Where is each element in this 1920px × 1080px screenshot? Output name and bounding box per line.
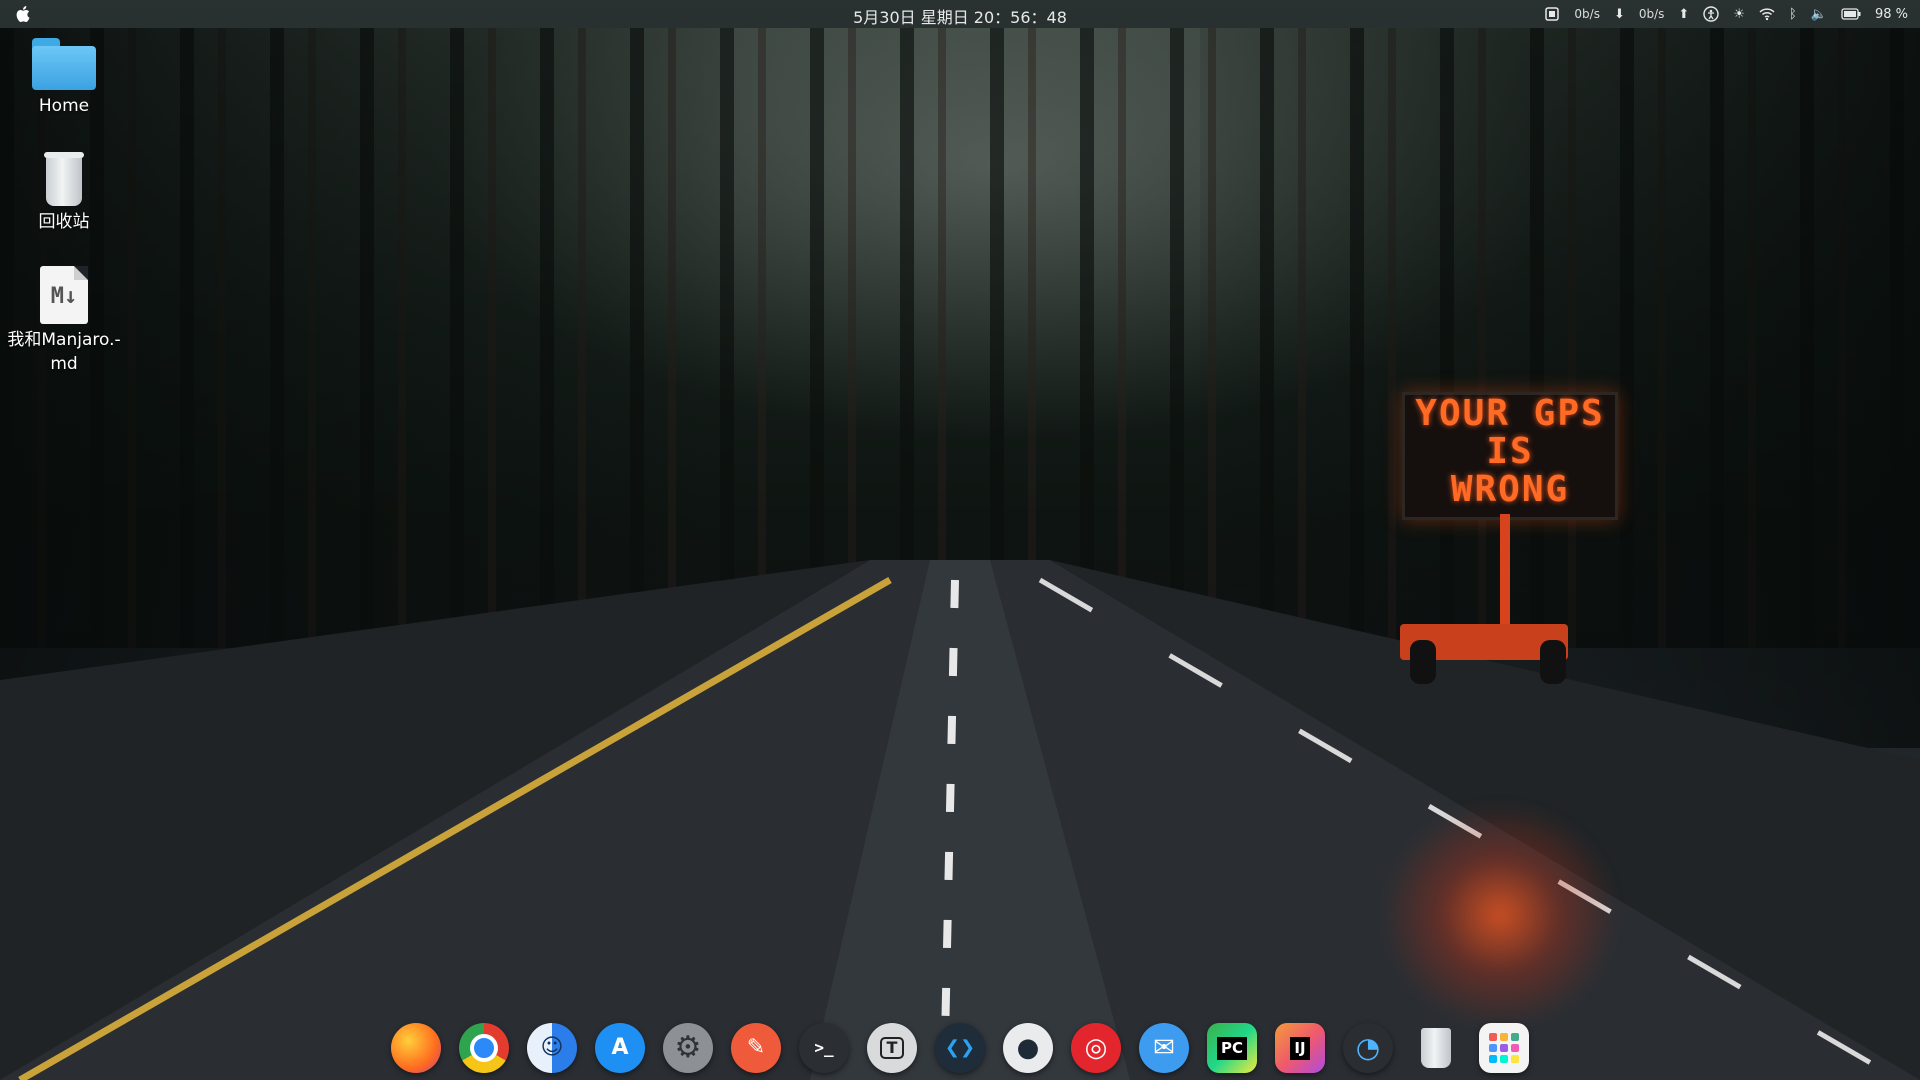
bluetooth-icon[interactable]: ᛒ [1789, 7, 1797, 22]
trash-icon [42, 152, 86, 206]
network-upload-speed: 0b/s [1638, 7, 1665, 21]
desktop-icon-home[interactable]: Home [4, 38, 124, 118]
trailer-wheel [1540, 640, 1566, 684]
accessibility-icon[interactable] [1703, 6, 1720, 22]
desktop-icon-trash[interactable]: 回收站 [4, 152, 124, 234]
trash-dock-icon[interactable] [1411, 1023, 1461, 1073]
trailer-wheel [1410, 640, 1436, 684]
sign-reflection [1380, 800, 1620, 1030]
system-tray: 0b/s ⬇ 0b/s ⬆ ☀ ᛒ 🔈 98 % [1544, 0, 1908, 28]
road-sign: YOUR GPS IS WRONG [1402, 392, 1618, 520]
app-grid-icon [1489, 1033, 1519, 1063]
sign-pole [1500, 514, 1510, 634]
sign-line-1: YOUR GPS [1415, 393, 1605, 434]
system-preferences-icon[interactable]: ⚙ [663, 1023, 713, 1073]
wifi-icon[interactable] [1759, 7, 1775, 21]
network-download-speed: 0b/s [1574, 7, 1600, 21]
markdown-file-icon: M↓ [40, 266, 88, 324]
screenshot-icon[interactable] [1544, 6, 1560, 22]
dock: ☺ A ⚙ ✎ >_ T ❮❯ ● ◎ ✉ PC IJ ◔ [380, 1016, 1540, 1080]
top-menu-bar: 5月30日 星期日 20：56：48 0b/s ⬇ 0b/s ⬆ ☀ ᛒ 🔈 9… [0, 0, 1920, 28]
finder-icon[interactable]: ☺ [527, 1023, 577, 1073]
camera-icon[interactable]: ● [1003, 1023, 1053, 1073]
intellij-icon[interactable]: IJ [1275, 1023, 1325, 1073]
battery-icon[interactable] [1841, 8, 1861, 20]
mail-icon[interactable]: ✉ [1139, 1023, 1189, 1073]
desktop-icon-label: Home [38, 96, 90, 116]
battery-percentage: 98 % [1874, 6, 1908, 22]
terminal-icon[interactable]: >_ [799, 1023, 849, 1073]
download-arrow-icon: ⬇ [1613, 6, 1625, 22]
firefox-icon[interactable] [391, 1023, 441, 1073]
app-store-icon[interactable]: A [595, 1023, 645, 1073]
typora-icon[interactable]: T [867, 1023, 917, 1073]
vscode-icon[interactable]: ❮❯ [935, 1023, 985, 1073]
sign-line-2: IS [1486, 431, 1534, 472]
pycharm-icon[interactable]: PC [1207, 1023, 1257, 1073]
brightness-icon[interactable]: ☀ [1733, 7, 1745, 22]
folder-home-icon [32, 38, 96, 90]
sign-line-3: WRONG [1450, 469, 1570, 510]
desktop-icon-markdown-file[interactable]: M↓ 我和Manjaro.-md [4, 266, 124, 376]
system-monitor-icon[interactable]: ◔ [1343, 1023, 1393, 1073]
desktop-icon-label: 我和Manjaro.-md [7, 330, 121, 374]
launchpad-icon[interactable] [1479, 1023, 1529, 1073]
desktop-icon-label: 回收站 [38, 212, 90, 232]
desktop-wallpaper: YOUR GPS IS WRONG [0, 0, 1920, 1080]
volume-icon[interactable]: 🔈 [1811, 7, 1827, 22]
road-graphic [0, 560, 1920, 1080]
text-editor-icon[interactable]: ✎ [731, 1023, 781, 1073]
upload-arrow-icon: ⬆ [1678, 6, 1690, 22]
chrome-icon[interactable] [459, 1023, 509, 1073]
netease-music-icon[interactable]: ◎ [1071, 1023, 1121, 1073]
